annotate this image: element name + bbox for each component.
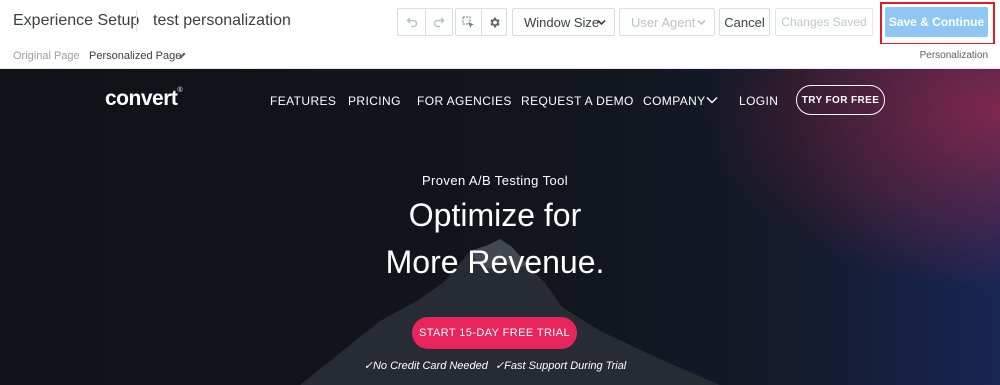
gear-icon: [489, 17, 500, 27]
element-select-button[interactable]: [455, 8, 481, 36]
personalization-label: Personalization: [919, 50, 988, 61]
page-tabs-bar: Original Page Personalized Page Personal…: [0, 44, 1000, 69]
nav-features[interactable]: FEATURES: [270, 94, 336, 108]
window-size-label: Window Size: [524, 14, 600, 30]
window-size-dropdown[interactable]: Window Size: [512, 8, 615, 36]
try-for-free-button[interactable]: TRY FOR FREE: [796, 85, 885, 115]
logo-registered-mark: ®: [177, 87, 183, 94]
save-continue-button[interactable]: Save & Continue: [885, 7, 988, 37]
chevron-down-icon: [597, 19, 606, 26]
experience-name[interactable]: test personalization: [153, 12, 291, 30]
chevron-down-icon[interactable]: [706, 95, 718, 105]
active-tab-underline: [87, 66, 175, 68]
experience-setup-title: Experience Setup: [13, 12, 140, 29]
nav-request-demo[interactable]: REQUEST A DEMO: [521, 94, 634, 108]
cancel-button[interactable]: Cancel: [719, 8, 770, 36]
benefit-no-credit-card: ✓No Credit Card Needed: [363, 360, 488, 372]
redo-icon: [433, 17, 445, 28]
settings-button[interactable]: [481, 8, 507, 36]
redo-button[interactable]: [425, 8, 453, 36]
user-agent-label: User Agent: [631, 14, 696, 30]
editor-toolbar: Experience Setup test personalization Wi…: [0, 0, 1000, 45]
element-select-icon: [462, 16, 474, 28]
title-divider: [136, 10, 137, 32]
nav-pricing[interactable]: PRICING: [348, 94, 401, 108]
hero-headline-line1: Optimize for: [408, 197, 582, 233]
chevron-down-icon: [697, 19, 706, 26]
undo-button[interactable]: [397, 8, 425, 36]
nav-login[interactable]: LOGIN: [739, 94, 778, 108]
trial-benefits: ✓No Credit Card Needed ✓Fast Support Dur…: [0, 359, 990, 372]
tab-original-page[interactable]: Original Page: [13, 50, 80, 62]
changes-saved-button: Changes Saved: [775, 8, 873, 36]
nav-company[interactable]: COMPANY: [643, 94, 706, 108]
tab-personalized-page[interactable]: Personalized Page: [89, 50, 181, 62]
nav-for-agencies[interactable]: FOR AGENCIES: [417, 94, 512, 108]
user-agent-dropdown[interactable]: User Agent: [619, 8, 715, 36]
logo-text: convert: [105, 87, 178, 110]
benefit-fast-support: ✓Fast Support During Trial: [494, 360, 627, 372]
hero-headline-line2: More Revenue.: [385, 244, 605, 280]
pencil-icon[interactable]: [178, 51, 187, 60]
undo-icon: [406, 17, 417, 28]
start-trial-button[interactable]: START 15-DAY FREE TRIAL: [412, 317, 577, 349]
page-preview: convert® FEATURES PRICING FOR AGENCIES R…: [0, 69, 1000, 385]
hero-kicker: Proven A/B Testing Tool: [421, 173, 569, 188]
convert-logo[interactable]: convert®: [105, 87, 182, 111]
